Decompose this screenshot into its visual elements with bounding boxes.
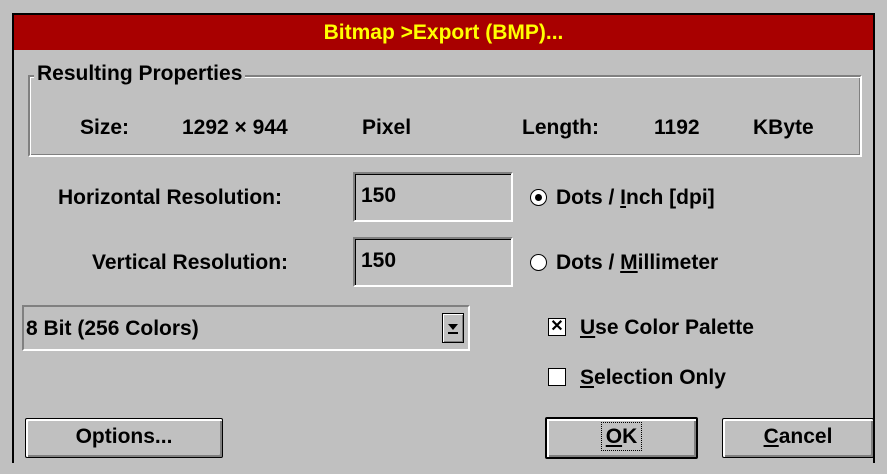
ok-label-suffix: K [622, 425, 638, 448]
options-button-label: Options... [75, 425, 173, 448]
horizontal-resolution-input[interactable]: 150 [353, 172, 513, 222]
cancel-label-suffix: ancel [778, 425, 833, 448]
dpi-label-prefix: Dots / [556, 186, 621, 209]
cancel-button[interactable]: Cancel [722, 418, 874, 458]
selection-only-accesskey: S [580, 366, 595, 389]
use-color-palette-label[interactable]: Use Color Palette [580, 316, 754, 340]
selection-only-label[interactable]: Selection Only [580, 366, 726, 390]
vertical-resolution-label: Vertical Resolution: [92, 251, 289, 274]
horizontal-resolution-label: Horizontal Resolution: [58, 186, 282, 209]
dpi-radio-label[interactable]: Dots / Inch [dpi] [556, 186, 715, 210]
options-button[interactable]: Options... [25, 418, 223, 458]
size-unit: Pixel [362, 116, 412, 139]
length-unit: KByte [753, 116, 814, 139]
resulting-properties-group [28, 75, 862, 157]
use-palette-accesskey: U [580, 316, 596, 339]
dpmm-label-suffix: illimeter [637, 251, 719, 274]
size-label: Size: [80, 116, 130, 139]
color-depth-select[interactable]: 8 Bit (256 Colors) [22, 305, 470, 351]
horizontal-resolution-value: 150 [361, 184, 397, 207]
color-depth-value: 8 Bit (256 Colors) [26, 317, 199, 340]
chevron-down-icon [448, 324, 458, 334]
resulting-properties-legend: Resulting Properties [34, 62, 246, 86]
selection-only-checkbox[interactable] [548, 368, 566, 386]
title-bar[interactable]: Bitmap >Export (BMP)... [14, 15, 873, 50]
use-palette-label-suffix: se Color Palette [595, 316, 754, 339]
dpmm-radio[interactable] [530, 254, 547, 271]
cancel-button-label: Cancel [764, 425, 833, 448]
dpmm-radio-label[interactable]: Dots / Millimeter [556, 251, 718, 275]
size-value: 1292 × 944 [182, 116, 288, 139]
window-frame-left [12, 13, 14, 463]
ok-button-label: OK [600, 422, 643, 451]
dropdown-arrow-button[interactable] [442, 313, 464, 343]
ok-accesskey: O [605, 425, 623, 448]
vertical-resolution-input[interactable]: 150 [353, 237, 513, 287]
dpi-radio[interactable] [530, 189, 547, 206]
dpmm-label-prefix: Dots / [556, 251, 621, 274]
dpmm-label-accesskey: M [620, 251, 638, 274]
dpi-label-suffix: nch [dpi] [626, 186, 715, 209]
ok-button[interactable]: OK [545, 417, 698, 459]
window-frame-right [873, 13, 875, 463]
export-dialog: Bitmap >Export (BMP)... Resulting Proper… [0, 0, 887, 474]
vertical-resolution-value: 150 [361, 249, 397, 272]
use-color-palette-checkbox[interactable]: ✕ [548, 318, 566, 336]
selection-only-label-suffix: election Only [594, 366, 726, 389]
window-title: Bitmap >Export (BMP)... [323, 21, 564, 44]
length-label: Length: [522, 116, 599, 139]
length-value: 1192 [654, 116, 700, 139]
cancel-accesskey: C [763, 425, 779, 448]
radio-selected-dot [535, 194, 542, 201]
